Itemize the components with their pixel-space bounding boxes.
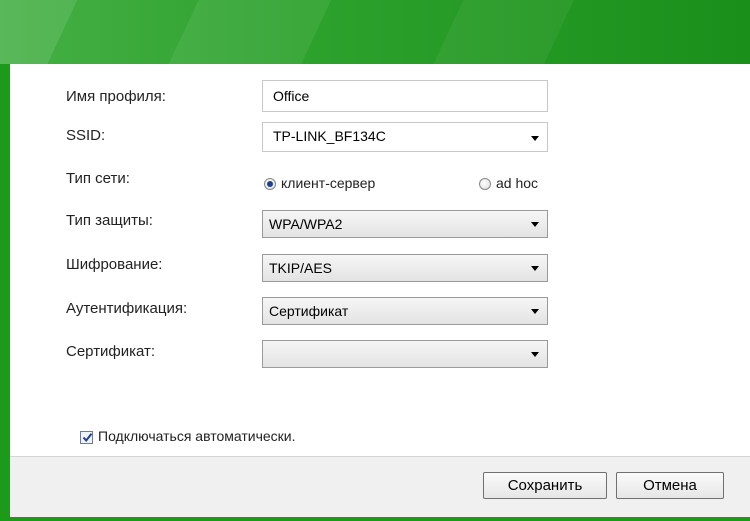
- profile-name-label: Имя профиля:: [66, 88, 166, 105]
- ssid-label: SSID:: [66, 127, 106, 144]
- authentication-value: Сертификат: [269, 303, 349, 319]
- radio-client-server[interactable]: [264, 178, 276, 190]
- profile-name-input[interactable]: Office: [262, 80, 548, 112]
- chevron-down-icon[interactable]: [531, 136, 539, 141]
- chevron-down-icon[interactable]: [531, 222, 539, 227]
- checkmark-icon: [82, 433, 93, 443]
- network-type-label: Тип сети:: [66, 170, 130, 187]
- radio-client-server-label[interactable]: клиент-сервер: [281, 175, 375, 191]
- encryption-combobox[interactable]: TKIP/AES: [262, 254, 548, 282]
- encryption-label: Шифрование:: [66, 256, 163, 273]
- window-bottom-border: [10, 517, 750, 521]
- header-bar: [0, 0, 750, 64]
- ssid-combobox[interactable]: TP-LINK_BF134C: [262, 122, 548, 152]
- header-decoration: [0, 0, 750, 64]
- ssid-value: TP-LINK_BF134C: [273, 128, 386, 144]
- certificate-label: Сертификат:: [66, 343, 156, 360]
- chevron-down-icon[interactable]: [531, 352, 539, 357]
- cancel-button[interactable]: Отмена: [616, 472, 724, 499]
- radio-ad-hoc-label[interactable]: ad hoc: [496, 175, 538, 191]
- authentication-combobox[interactable]: Сертификат: [262, 297, 548, 325]
- radio-ad-hoc[interactable]: [479, 178, 491, 190]
- encryption-value: TKIP/AES: [269, 260, 333, 276]
- security-type-label: Тип защиты:: [66, 212, 153, 229]
- security-type-combobox[interactable]: WPA/WPA2: [262, 210, 548, 238]
- auto-connect-checkbox[interactable]: [80, 431, 93, 444]
- security-type-value: WPA/WPA2: [269, 216, 343, 232]
- auto-connect-label[interactable]: Подключаться автоматически.: [98, 428, 296, 444]
- save-button[interactable]: Сохранить: [483, 472, 607, 499]
- authentication-label: Аутентификация:: [66, 300, 188, 317]
- chevron-down-icon[interactable]: [531, 309, 539, 314]
- profile-dialog: Имя профиля: Office SSID: TP-LINK_BF134C…: [0, 0, 750, 521]
- certificate-combobox[interactable]: [262, 340, 548, 368]
- radio-selected-dot: [267, 181, 273, 187]
- chevron-down-icon[interactable]: [531, 266, 539, 271]
